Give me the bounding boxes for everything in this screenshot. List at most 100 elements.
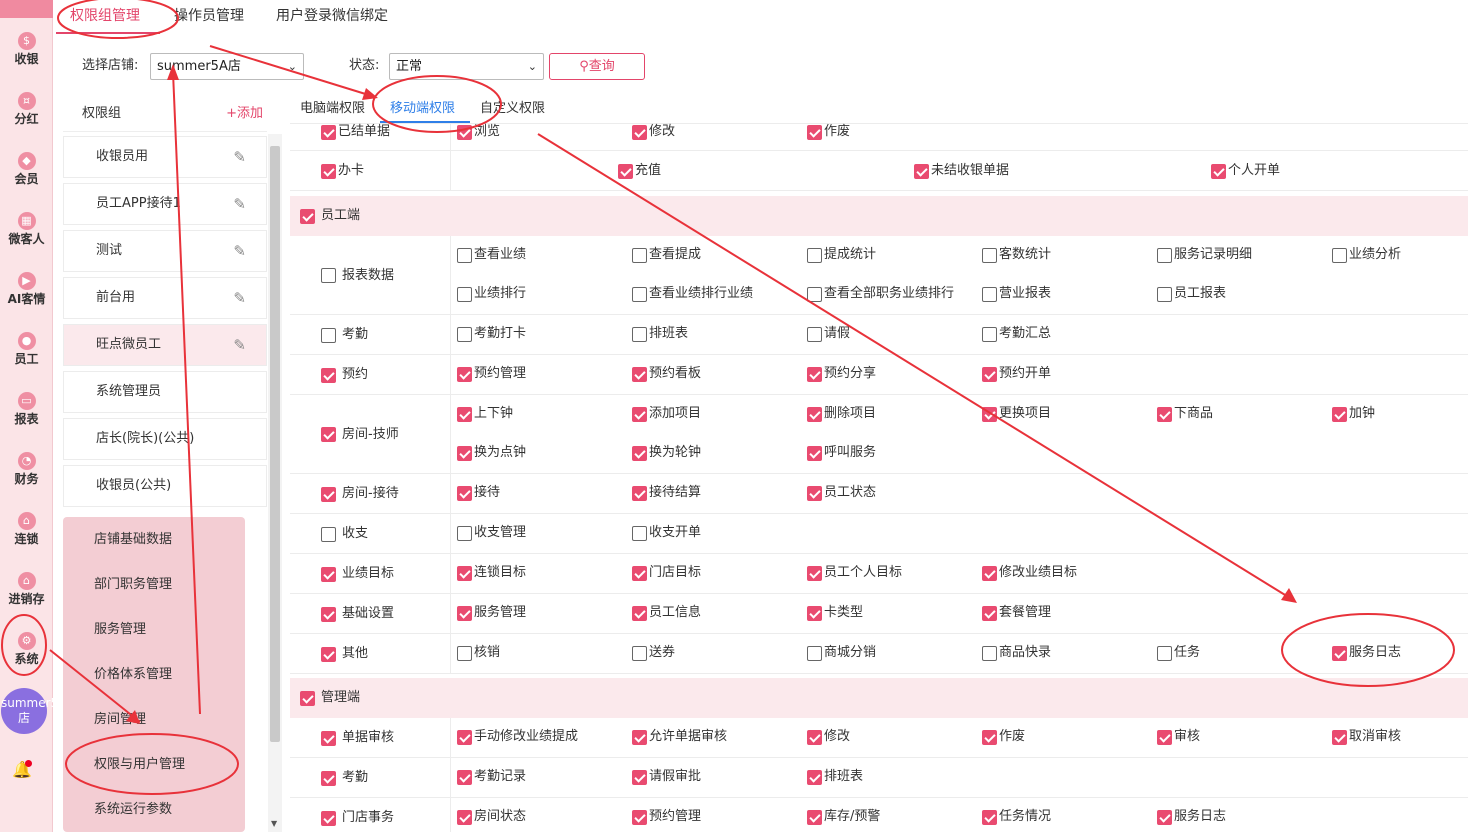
checkbox-icon[interactable]: [632, 809, 647, 825]
category-checkbox[interactable]: 业绩目标: [321, 566, 394, 582]
group-item[interactable]: 前台用 ✎: [63, 277, 267, 319]
group-item[interactable]: 收银员用 ✎: [63, 136, 267, 178]
checkbox-icon[interactable]: [457, 485, 472, 501]
pencil-icon[interactable]: ✎: [233, 184, 246, 224]
status-select[interactable]: 正常 ⌄: [389, 53, 544, 80]
nav-item-monitor[interactable]: ▭ 报表: [0, 386, 53, 442]
checkbox-icon[interactable]: [632, 769, 647, 785]
perm-checkbox[interactable]: 预约管理: [632, 809, 701, 825]
checkbox-icon[interactable]: [457, 286, 472, 302]
perm-checkbox[interactable]: 商品快录: [982, 645, 1051, 661]
checkbox-icon[interactable]: [1157, 286, 1172, 302]
checkbox-icon[interactable]: [982, 247, 997, 263]
tab-custom-permission[interactable]: 自定义权限: [480, 100, 545, 118]
checkbox-icon[interactable]: [300, 208, 315, 224]
checkbox-icon[interactable]: [807, 366, 822, 382]
checkbox-icon[interactable]: [982, 326, 997, 342]
checkbox-icon[interactable]: [1157, 645, 1172, 661]
checkbox-icon[interactable]: [632, 729, 647, 745]
section-checkbox[interactable]: 员工端: [300, 208, 360, 224]
checkbox-icon[interactable]: [321, 367, 336, 383]
checkbox-icon[interactable]: [807, 286, 822, 302]
checkbox-icon[interactable]: [1332, 247, 1347, 263]
perm-checkbox[interactable]: 已结单据: [321, 124, 390, 140]
perm-checkbox[interactable]: 作废: [982, 729, 1025, 745]
checkbox-icon[interactable]: [300, 690, 315, 706]
tab-pc-permission[interactable]: 电脑端权限: [300, 100, 365, 118]
perm-checkbox[interactable]: 连锁目标: [457, 565, 526, 581]
checkbox-icon[interactable]: [632, 366, 647, 382]
perm-checkbox[interactable]: 预约看板: [632, 366, 701, 382]
checkbox-icon[interactable]: [321, 163, 336, 179]
checkbox-icon[interactable]: [632, 247, 647, 263]
checkbox-icon[interactable]: [982, 729, 997, 745]
pencil-icon[interactable]: ✎: [233, 325, 246, 365]
checkbox-icon[interactable]: [321, 730, 336, 746]
checkbox-icon[interactable]: [632, 286, 647, 302]
checkbox-icon[interactable]: [321, 486, 336, 502]
nav-item-money-bag[interactable]: $ 收银: [0, 26, 53, 82]
perm-checkbox[interactable]: 核销: [457, 645, 500, 661]
checkbox-icon[interactable]: [1332, 645, 1347, 661]
perm-checkbox[interactable]: 查看业绩: [457, 247, 526, 263]
perm-checkbox[interactable]: 员工个人目标: [807, 565, 902, 581]
perm-checkbox[interactable]: 请假审批: [632, 769, 701, 785]
perm-checkbox[interactable]: 任务: [1157, 645, 1200, 661]
group-item[interactable]: 店长(院长)(公共): [63, 418, 267, 460]
perm-checkbox[interactable]: 提成统计: [807, 247, 876, 263]
checkbox-icon[interactable]: [321, 268, 336, 283]
submenu-item[interactable]: 房间管理: [63, 697, 245, 742]
checkbox-icon[interactable]: [321, 646, 336, 662]
checkbox-icon[interactable]: [1157, 729, 1172, 745]
perm-checkbox[interactable]: 排班表: [632, 326, 688, 342]
checkbox-icon[interactable]: [982, 809, 997, 825]
perm-checkbox[interactable]: 取消审核: [1332, 729, 1401, 745]
checkbox-icon[interactable]: [807, 565, 822, 581]
checkbox-icon[interactable]: [807, 769, 822, 785]
nav-item-hand-coin[interactable]: ¤ 分红: [0, 86, 53, 142]
perm-checkbox[interactable]: 任务情况: [982, 809, 1051, 825]
checkbox-icon[interactable]: [321, 810, 336, 826]
checkbox-icon[interactable]: [982, 286, 997, 302]
checkbox-icon[interactable]: [457, 124, 472, 140]
perm-checkbox[interactable]: 接待: [457, 485, 500, 501]
scroll-thumb[interactable]: [270, 146, 280, 742]
nav-item-gear[interactable]: ⚙ 系统: [0, 626, 53, 682]
checkbox-icon[interactable]: [1157, 406, 1172, 422]
perm-checkbox[interactable]: 员工状态: [807, 485, 876, 501]
perm-checkbox[interactable]: 客数统计: [982, 247, 1051, 263]
submenu-item[interactable]: 权限与用户管理: [63, 742, 245, 787]
perm-checkbox[interactable]: 查看业绩排行业绩: [632, 286, 753, 302]
category-checkbox[interactable]: 考勤: [321, 327, 368, 343]
bell-icon[interactable]: 🔔: [12, 760, 32, 780]
perm-checkbox[interactable]: 服务日志: [1332, 645, 1401, 661]
submenu-item[interactable]: 价格体系管理: [63, 652, 245, 697]
perm-checkbox[interactable]: 卡类型: [807, 605, 863, 621]
checkbox-icon[interactable]: [632, 485, 647, 501]
submenu-item[interactable]: 部门职务管理: [63, 562, 245, 607]
checkbox-icon[interactable]: [457, 565, 472, 581]
perm-checkbox[interactable]: 员工信息: [632, 605, 701, 621]
category-checkbox[interactable]: 房间-技师: [321, 427, 399, 443]
category-checkbox[interactable]: 报表数据: [321, 268, 394, 284]
perm-checkbox[interactable]: 营业报表: [982, 286, 1051, 302]
checkbox-icon[interactable]: [321, 770, 336, 786]
checkbox-icon[interactable]: [807, 445, 822, 461]
perm-checkbox[interactable]: 预约开单: [982, 366, 1051, 382]
submenu-item[interactable]: 系统运行参数: [63, 787, 245, 832]
perm-checkbox[interactable]: 预约分享: [807, 366, 876, 382]
checkbox-icon[interactable]: [807, 729, 822, 745]
checkbox-icon[interactable]: [914, 163, 929, 179]
checkbox-icon[interactable]: [632, 124, 647, 140]
pencil-icon[interactable]: ✎: [233, 231, 246, 271]
checkbox-icon[interactable]: [982, 605, 997, 621]
category-checkbox[interactable]: 门店事务: [321, 810, 394, 826]
perm-checkbox[interactable]: 下商品: [1157, 406, 1213, 422]
checkbox-icon[interactable]: [632, 326, 647, 342]
checkbox-icon[interactable]: [1211, 163, 1226, 179]
category-checkbox[interactable]: 收支: [321, 526, 368, 542]
perm-checkbox[interactable]: 房间状态: [457, 809, 526, 825]
checkbox-icon[interactable]: [632, 645, 647, 661]
perm-checkbox[interactable]: 添加项目: [632, 406, 701, 422]
group-item[interactable]: 收银员(公共): [63, 465, 267, 507]
